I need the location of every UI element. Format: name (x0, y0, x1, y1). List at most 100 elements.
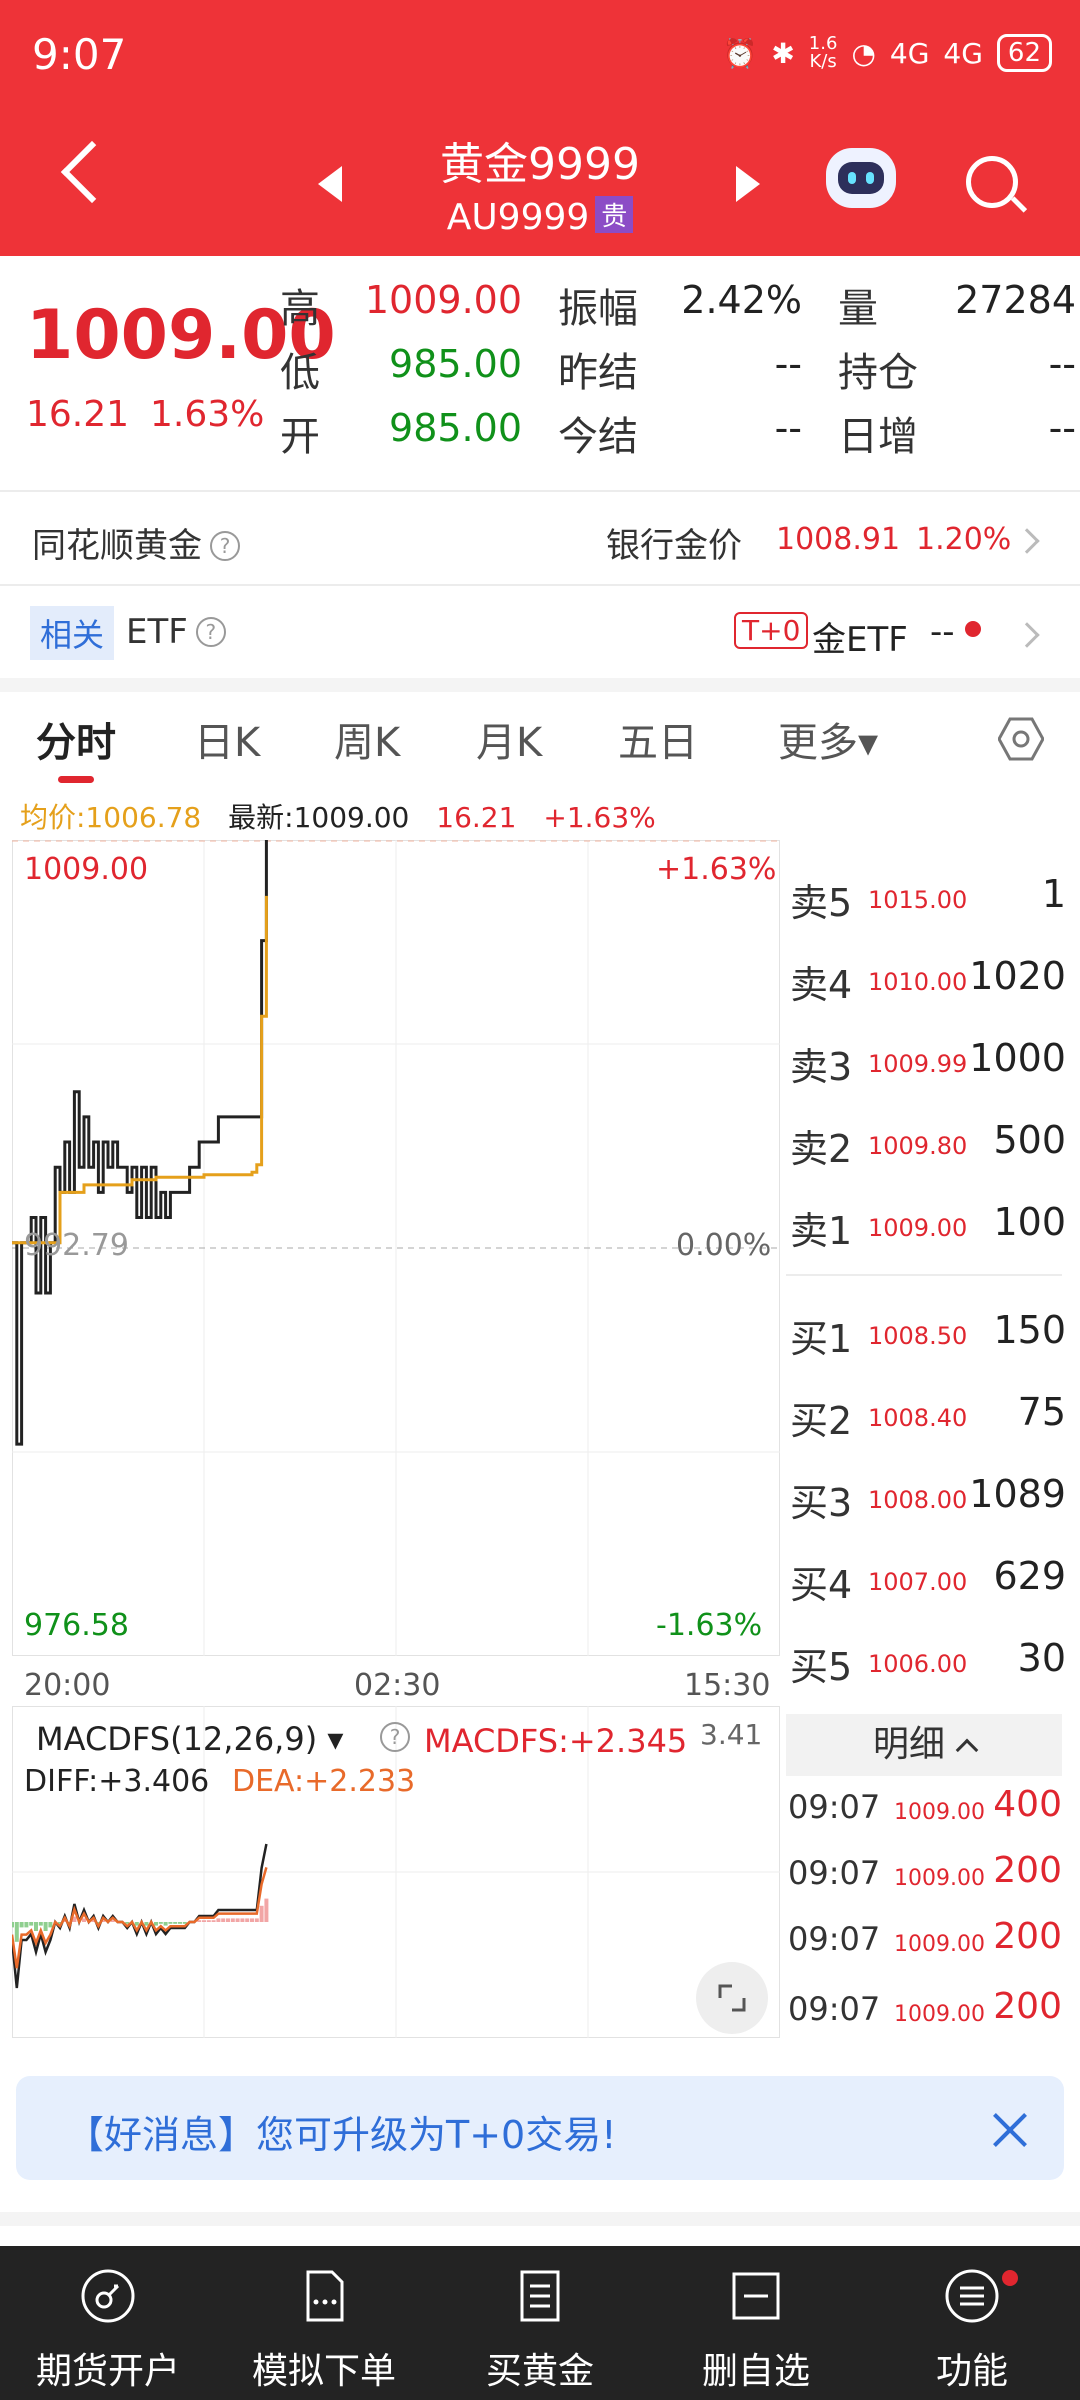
ths-gold-label: 同花顺黄金? (32, 518, 240, 567)
time-axis: 20:00 02:30 15:30 (12, 1662, 780, 1706)
bid-row-4[interactable]: 买4 1007.00 629 (790, 1546, 1066, 1607)
prev-settle-value: -- (774, 342, 802, 386)
low-label: 低 (280, 350, 320, 396)
help-icon[interactable]: ? (210, 531, 240, 561)
tab-daily-k[interactable]: 日K (194, 710, 260, 768)
bid-row-2[interactable]: 买2 1008.40 75 (790, 1382, 1066, 1443)
diff-value: DIFF:+3.406 (24, 1764, 210, 1799)
next-instrument-button[interactable] (736, 166, 760, 202)
trade-row: 09:07 1009.00 200 (788, 1916, 1062, 1958)
chevron-right-icon (1014, 622, 1040, 648)
amplitude-label: 振幅 (558, 286, 638, 332)
macd-bar (264, 1898, 269, 1922)
macd-bar (19, 1922, 24, 1928)
macd-bar (211, 1920, 216, 1922)
macd-bar (235, 1918, 240, 1922)
prev-settle-label: 昨结 (558, 350, 638, 396)
details-toggle[interactable]: 明细 (786, 1714, 1062, 1776)
tab-intraday[interactable]: 分时 (36, 710, 116, 768)
nav-simulated-order[interactable]: 模拟下单 (216, 2246, 432, 2400)
macd-bar (158, 1922, 163, 1924)
period-tabs: 分时 日K 周K 月K 五日 更多▾ (0, 700, 1080, 783)
high-label: 高 (280, 286, 320, 332)
pct-top-label: +1.63% (656, 852, 777, 887)
bid-row-1[interactable]: 买1 1008.50 150 (790, 1300, 1066, 1361)
macd-bar (230, 1918, 235, 1922)
macd-indicator-select[interactable]: MACDFS(12,26,9) ▾ (36, 1720, 343, 1758)
bank-gold-pct: 1.20% (916, 522, 1012, 557)
avg-price: 均价:1006.78 (20, 801, 202, 834)
ask-row-4[interactable]: 卖4 1010.00 1020 (790, 946, 1066, 1007)
macd-bar (48, 1922, 53, 1928)
x-label-mid: 02:30 (354, 1668, 441, 1703)
active-tab-indicator (58, 776, 94, 783)
settings-hexagon-icon[interactable] (998, 716, 1044, 762)
bank-gold-row[interactable]: 同花顺黄金? 银行金价 1008.91 1.20% (0, 492, 1080, 586)
wifi-icon: ◔ (851, 36, 876, 70)
close-icon[interactable] (992, 2112, 1028, 2148)
macd-bar (34, 1922, 38, 1931)
chevron-right-icon (1014, 528, 1040, 554)
trade-row: 09:07 1009.00 200 (788, 1986, 1062, 2028)
precious-badge: 贵 (595, 196, 634, 233)
prev-instrument-button[interactable] (318, 166, 342, 202)
battery-icon: 62 (996, 34, 1052, 72)
high-value: 1009.00 (364, 278, 522, 322)
y-bottom-label: 976.58 (24, 1608, 129, 1643)
y-top-label: 1009.00 (24, 852, 149, 887)
bid-row-5[interactable]: 买5 1006.00 30 (790, 1628, 1066, 1689)
x-label-start: 20:00 (24, 1668, 111, 1703)
signal-2: 4G (943, 36, 983, 70)
tab-monthly-k[interactable]: 月K (476, 710, 542, 768)
ask-row-3[interactable]: 卖3 1009.99 1000 (790, 1028, 1066, 1089)
ask-row-1[interactable]: 卖1 1009.00 100 (790, 1192, 1066, 1253)
open-value: 985.00 (389, 406, 522, 450)
nav-buy-gold[interactable]: 买黄金 (432, 2246, 648, 2400)
nav-functions[interactable]: 功能 (864, 2246, 1080, 2400)
back-button[interactable] (60, 140, 124, 204)
settle-label: 今结 (558, 414, 638, 460)
promo-banner[interactable]: 【好消息】您可升级为T+0交易! (16, 2076, 1064, 2180)
fullscreen-button[interactable] (696, 1962, 768, 2034)
instrument-code: AU9999 贵 (340, 196, 740, 238)
pct-bottom-label: -1.63% (656, 1608, 763, 1643)
x-label-end: 15:30 (684, 1668, 771, 1703)
nav-remove-favorite[interactable]: 删自选 (648, 2246, 864, 2400)
help-icon[interactable]: ? (380, 1722, 410, 1752)
macd-bar (259, 1905, 264, 1922)
nav-futures-account[interactable]: 期货开户 (0, 2246, 216, 2400)
status-time: 9:07 (32, 30, 127, 79)
open-label: 开 (280, 414, 320, 460)
bid-row-3[interactable]: 买3 1008.00 1089 (790, 1464, 1066, 1525)
ask-row-5[interactable]: 卖5 1015.00 1 (790, 864, 1066, 925)
macd-bar (12, 1922, 14, 1928)
ask-row-2[interactable]: 卖2 1009.80 500 (790, 1110, 1066, 1171)
macd-bar (154, 1922, 158, 1926)
open-interest-value: -- (1048, 342, 1076, 386)
macd-bar (240, 1918, 245, 1922)
tab-five-day[interactable]: 五日 (618, 710, 698, 768)
status-icons: ⏰ ✱ 1.6 K/s ◔ 4G 4G 62 (722, 34, 1052, 72)
tab-more[interactable]: 更多▾ (778, 710, 878, 768)
robot-assistant-icon[interactable] (826, 148, 896, 208)
remove-favorite-icon (732, 2272, 780, 2320)
notification-dot (1002, 2270, 1018, 2286)
macd-bar (163, 1922, 168, 1926)
list-icon (520, 2270, 560, 2322)
price-change-pct: 1.63% (150, 394, 265, 435)
dea-value: DEA:+2.233 (232, 1764, 416, 1799)
tab-weekly-k[interactable]: 周K (334, 710, 400, 768)
macd-bar (24, 1922, 29, 1928)
help-icon[interactable]: ? (195, 617, 226, 647)
macd-bar (206, 1920, 211, 1922)
promo-text: 【好消息】您可升级为T+0交易! (66, 2113, 617, 2157)
etf-related: 相关 (30, 606, 115, 660)
network-speed: 1.6 K/s (808, 33, 838, 72)
etf-row[interactable]: 相关 ETF? T+0 金ETF -- (0, 586, 1080, 680)
macd-bar (216, 1918, 221, 1922)
macd-bar (144, 1922, 149, 1926)
price-change: 16.21 (26, 394, 130, 435)
live-dot-icon (964, 621, 981, 637)
trade-row: 09:07 1009.00 200 (788, 1850, 1062, 1892)
bank-gold-label: 银行金价 (606, 526, 742, 566)
